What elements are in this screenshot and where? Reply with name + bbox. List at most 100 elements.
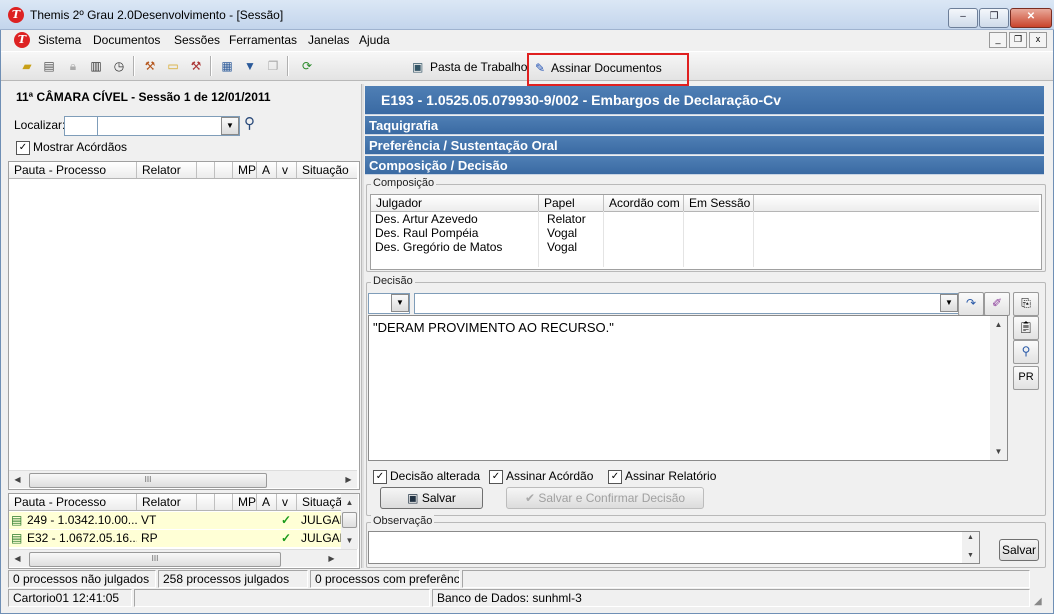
scroll-up-icon[interactable]: ▲ <box>990 316 1007 333</box>
panel-splitter[interactable] <box>361 84 364 568</box>
col-mp[interactable]: MP <box>233 494 257 510</box>
maximize-button[interactable]: ❐ <box>979 8 1009 28</box>
horizontal-scrollbar[interactable]: ◀ III ▶ <box>9 549 357 567</box>
menu-ferramentas[interactable]: Ferramentas <box>229 33 297 47</box>
vertical-scrollbar[interactable]: ▲ ▼ <box>990 316 1007 460</box>
menu-sistema[interactable]: Sistema <box>38 33 81 47</box>
scroll-right-icon[interactable]: ▶ <box>340 471 357 488</box>
decisao-type-select[interactable]: ▼ <box>368 293 410 314</box>
col-acordao-com[interactable]: Acordão com <box>604 195 684 211</box>
sign-check-icon[interactable]: ▼ <box>242 58 258 74</box>
scroll-down-icon[interactable]: ▼ <box>962 547 979 564</box>
section-composicao-decisao[interactable]: Composição / Decisão <box>365 156 1044 175</box>
scroll-down-icon[interactable]: ▼ <box>990 443 1007 460</box>
menu-ajuda[interactable]: Ajuda <box>359 33 390 47</box>
chevron-down-icon[interactable]: ▼ <box>391 294 409 312</box>
decisao-text-area[interactable]: "DERAM PROVIMENTO AO RECURSO." ▲ ▼ <box>368 315 1008 461</box>
col-pauta-processo[interactable]: Pauta - Processo <box>9 494 137 510</box>
table-row[interactable]: Des. Artur Azevedo Relator <box>371 212 1039 226</box>
document-list-icon[interactable]: ▤ <box>41 58 57 74</box>
salvar-observacao-button[interactable]: Salvar <box>999 539 1039 561</box>
menu-documentos[interactable]: Documentos <box>93 33 160 47</box>
assinar-acordao-checkbox[interactable]: ✓ <box>489 470 503 484</box>
table-row[interactable]: ▤ 249 - 1.0342.10.00... VT ✓ JULGADO <box>9 512 341 529</box>
minimize-button[interactable]: – <box>948 8 978 28</box>
horizontal-scrollbar[interactable]: ◀ III ▶ <box>9 470 357 488</box>
zoom-icon[interactable]: ⚲ <box>1013 340 1039 364</box>
menu-janelas[interactable]: Janelas <box>308 33 349 47</box>
col-blank-2[interactable] <box>215 162 233 178</box>
col-situacao[interactable]: Situação <box>297 494 341 510</box>
gavel-icon[interactable]: ⚒ <box>142 58 158 74</box>
col-mp[interactable]: MP <box>233 162 257 178</box>
menu-sessoes[interactable]: Sessões <box>174 33 220 47</box>
col-papel[interactable]: Papel <box>539 195 604 211</box>
section-preferencia[interactable]: Preferência / Sustentação Oral <box>365 136 1044 155</box>
scroll-right-icon[interactable]: ▶ <box>323 550 340 567</box>
col-a[interactable]: A <box>257 494 277 510</box>
notebook-icon[interactable]: ▥ <box>88 58 104 74</box>
scroll-left-icon[interactable]: ◀ <box>9 471 26 488</box>
window-list-icon[interactable]: ▦ <box>219 58 235 74</box>
scroll-thumb[interactable]: III <box>29 552 281 567</box>
col-pauta-processo[interactable]: Pauta - Processo <box>9 162 137 178</box>
scroll-down-icon[interactable]: ▼ <box>341 532 358 549</box>
chevron-down-icon[interactable]: ▼ <box>221 117 239 135</box>
section-taquigrafia[interactable]: Taquigrafia <box>365 116 1044 135</box>
pasta-trabalho-button[interactable]: ▣ Pasta de Trabalho <box>408 56 531 78</box>
salvar-decisao-button[interactable]: ▣ Salvar <box>380 487 483 509</box>
col-julgador[interactable]: Julgador <box>371 195 539 211</box>
pauta-grid-top[interactable]: Pauta - Processo Relator MP A v Situação… <box>8 161 360 490</box>
gavel-stack-icon[interactable]: ⚒ <box>188 58 204 74</box>
composicao-table[interactable]: Julgador Papel Acordão com Em Sessão Des… <box>370 194 1042 270</box>
copy-window-icon[interactable]: ❐ <box>265 58 281 74</box>
assinar-documentos-button[interactable]: ✎ Assinar Documentos <box>527 53 689 86</box>
lock-icon[interactable]: 🔒︎ <box>65 58 81 74</box>
col-v[interactable]: v <box>277 162 297 178</box>
observacao-text-area[interactable]: ▲ ▼ <box>368 531 980 564</box>
col-em-sessao[interactable]: Em Sessão <box>684 195 754 211</box>
col-relator[interactable]: Relator <box>137 494 197 510</box>
col-relator[interactable]: Relator <box>137 162 197 178</box>
paste-icon[interactable]: 📋︎ <box>1013 316 1039 340</box>
folder-icon[interactable]: ▭ <box>165 58 181 74</box>
table-row[interactable]: Des. Raul Pompéia Vogal <box>371 226 1039 240</box>
assinar-relatorio-checkbox[interactable]: ✓ <box>608 470 622 484</box>
table-row[interactable]: ▤ E32 - 1.0672.05.16... RP ✓ JULGADO <box>9 530 341 547</box>
col-situacao[interactable]: Situação <box>297 162 357 178</box>
clear-brush-icon[interactable]: ✐ <box>984 292 1010 316</box>
vertical-scrollbar[interactable]: ▲ ▼ <box>962 532 979 563</box>
vertical-scrollbar[interactable]: ▲ ▼ <box>341 494 358 549</box>
open-folder-icon[interactable]: ▰ <box>19 58 35 74</box>
scroll-up-icon[interactable]: ▲ <box>962 529 979 546</box>
redo-icon[interactable]: ↷ <box>958 292 984 316</box>
search-icon[interactable]: ⚲ <box>244 114 255 132</box>
pauta-grid-bottom[interactable]: Pauta - Processo Relator MP A v Situação… <box>8 493 360 569</box>
col-blank-2[interactable] <box>215 494 233 510</box>
refresh-icon[interactable]: ⟳ <box>299 58 315 74</box>
col-a[interactable]: A <box>257 162 277 178</box>
mdi-close-button[interactable]: x <box>1029 32 1047 48</box>
col-blank-1[interactable] <box>197 162 215 178</box>
localizar-combo[interactable]: ▼ <box>97 116 240 136</box>
mdi-restore-button[interactable]: ❐ <box>1009 32 1027 48</box>
close-button[interactable]: ✕ <box>1010 8 1052 28</box>
mostrar-acordaos-checkbox[interactable]: ✓ <box>16 141 30 155</box>
scroll-thumb[interactable] <box>342 512 357 528</box>
resize-grip-icon[interactable]: ◢ <box>1034 596 1042 607</box>
copy-icon[interactable]: ⎘ <box>1013 292 1039 316</box>
scroll-up-icon[interactable]: ▲ <box>341 494 358 511</box>
pr-button[interactable]: PR <box>1013 366 1039 390</box>
mdi-minimize-button[interactable]: _ <box>989 32 1007 48</box>
clock-icon[interactable]: ◷ <box>111 58 127 74</box>
col-v[interactable]: v <box>277 494 297 510</box>
scroll-thumb[interactable]: III <box>29 473 267 488</box>
col-blank-1[interactable] <box>197 494 215 510</box>
localizar-code-input[interactable] <box>64 116 98 136</box>
chevron-down-icon[interactable]: ▼ <box>940 294 958 312</box>
decisao-alterada-checkbox[interactable]: ✓ <box>373 470 387 484</box>
decisao-template-select[interactable]: ▼ <box>414 293 959 314</box>
scroll-left-icon[interactable]: ◀ <box>9 550 26 567</box>
table-row[interactable]: Des. Gregório de Matos Vogal <box>371 240 1039 254</box>
salvar-confirmar-button[interactable]: ✔ Salvar e Confirmar Decisão <box>506 487 704 509</box>
